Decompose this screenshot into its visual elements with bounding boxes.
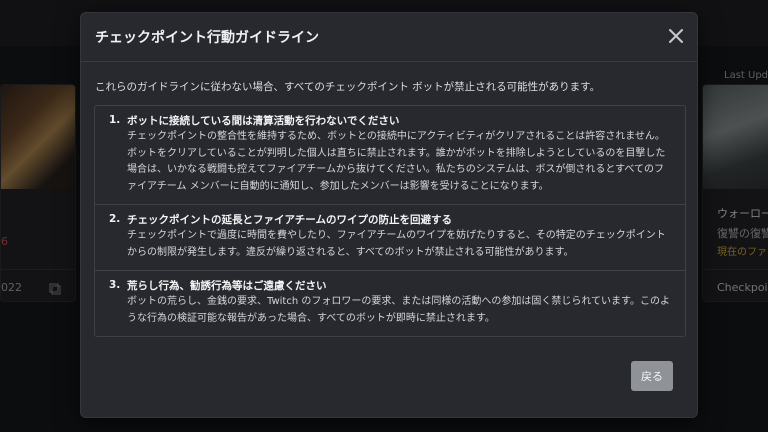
modal-intro-text: これらのガイドラインに従わない場合、すべてのチェックポイント ボットが禁止される… bbox=[95, 81, 601, 93]
rule-item: 1. ボットに接続している間は清算活動を行わないでください チェックポイントの整… bbox=[95, 106, 685, 205]
guidelines-modal: チェックポイント行動ガイドライン これらのガイドラインに従わない場合、すべてのチ… bbox=[80, 12, 698, 418]
rule-number: 2. bbox=[109, 213, 121, 225]
rule-body: チェックポイントの整合性を維持するため、ボットとの接続中にアクティビティがクリア… bbox=[127, 131, 666, 192]
rule-title: 荒らし行為、勧誘行為等はご遠慮ください bbox=[127, 280, 327, 292]
rule-number: 1. bbox=[109, 114, 121, 126]
modal-title: チェックポイント行動ガイドライン bbox=[95, 30, 319, 46]
back-button[interactable]: 戻る bbox=[631, 361, 673, 391]
rule-item: 2. チェックポイントの延長とファイアチームのワイプの防止を回避する チェックポ… bbox=[95, 205, 685, 271]
rule-number: 3. bbox=[109, 279, 121, 291]
rule-title: ボットに接続している間は清算活動を行わないでください bbox=[127, 115, 400, 127]
close-icon[interactable] bbox=[665, 25, 687, 47]
close-button[interactable] bbox=[665, 25, 687, 47]
rule-title: チェックポイントの延長とファイアチームのワイプの防止を回避する bbox=[127, 214, 452, 226]
rule-body: ボットの荒らし、金銭の要求、Twitch のフォロワーの要求、または同様の活動へ… bbox=[127, 296, 671, 324]
modal-header: チェックポイント行動ガイドライン bbox=[81, 13, 697, 62]
rule-body: チェックポイントで過度に時間を費やしたり、ファイアチームのワイプを妨げたりすると… bbox=[127, 230, 666, 258]
rules-list: 1. ボットに接続している間は清算活動を行わないでください チェックポイントの整… bbox=[94, 105, 686, 337]
rule-item: 3. 荒らし行為、勧誘行為等はご遠慮ください ボットの荒らし、金銭の要求、Twi… bbox=[95, 271, 685, 336]
